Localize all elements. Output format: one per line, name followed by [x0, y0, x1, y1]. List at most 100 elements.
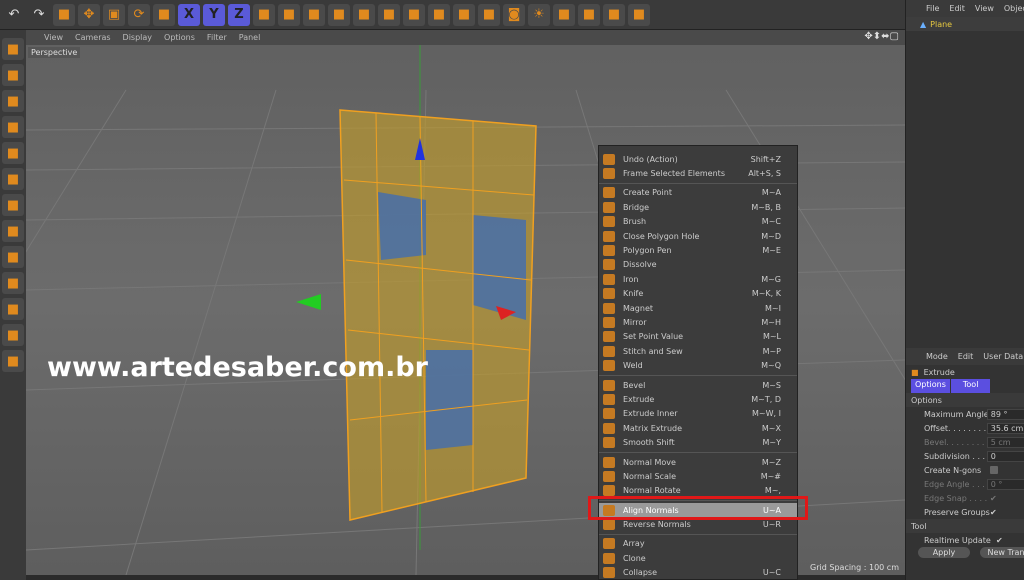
- menu-item-matrix-extrude[interactable]: Matrix Extrude M~X: [599, 421, 797, 435]
- viewport-menu-view[interactable]: View: [44, 33, 63, 42]
- y-axis-icon[interactable]: Y: [203, 3, 225, 26]
- z-axis-icon[interactable]: Z: [228, 3, 250, 26]
- live-selection-icon[interactable]: ■: [53, 3, 75, 26]
- object-axis-icon[interactable]: ■: [2, 168, 24, 190]
- viewport-menu-display[interactable]: Display: [123, 33, 153, 42]
- deformer-icon[interactable]: ■: [453, 3, 475, 26]
- viewport-menu-options[interactable]: Options: [164, 33, 195, 42]
- menu-item-stitch-and-sew[interactable]: Stitch and Sew M~P: [599, 344, 797, 358]
- om-menu-file[interactable]: File: [926, 4, 939, 13]
- model-mode-icon[interactable]: ■: [153, 3, 175, 26]
- menu-item-collapse[interactable]: Collapse U~C: [599, 566, 797, 579]
- stack-icon[interactable]: ■: [2, 350, 24, 372]
- edges-mode-icon[interactable]: ■: [2, 64, 24, 86]
- field-checkbox[interactable]: ✔: [990, 508, 997, 517]
- am-menu-mode[interactable]: Mode: [926, 352, 948, 361]
- menu-item-extrude[interactable]: Extrude M~T, D: [599, 392, 797, 406]
- floor-icon[interactable]: ■: [478, 3, 500, 26]
- render-view-icon[interactable]: ■: [278, 3, 300, 26]
- menu-item-shortcut: M~W, I: [752, 409, 781, 419]
- viewport-nav-icons[interactable]: ✥⬍⬌▢: [864, 31, 899, 42]
- menu-item-bevel[interactable]: Bevel M~S: [599, 378, 797, 392]
- menu-item-label: Collapse: [623, 568, 657, 578]
- om-menu-edit[interactable]: Edit: [949, 4, 965, 13]
- camera-icon[interactable]: ◙: [503, 3, 525, 26]
- menu-item-normal-move[interactable]: Normal Move M~Z: [599, 455, 797, 469]
- array-icon[interactable]: ■: [428, 3, 450, 26]
- mirror-icon: [603, 316, 615, 328]
- tag-icon[interactable]: ■: [553, 3, 575, 26]
- pen-icon[interactable]: ■: [378, 3, 400, 26]
- tweak-icon[interactable]: ■: [2, 220, 24, 242]
- undo-icon[interactable]: ↶: [3, 4, 25, 26]
- menu-item-knife[interactable]: Knife M~K, K: [599, 287, 797, 301]
- snap-icon[interactable]: ■: [2, 246, 24, 268]
- menu-item-dissolve[interactable]: Dissolve: [599, 258, 797, 272]
- redo-icon[interactable]: ↷: [28, 4, 50, 26]
- model-icon[interactable]: ■: [2, 116, 24, 138]
- workplane-icon[interactable]: ■: [628, 3, 650, 26]
- subdivision-icon[interactable]: ■: [403, 3, 425, 26]
- new-transform-button[interactable]: New Tran: [980, 547, 1024, 558]
- menu-item-mirror[interactable]: Mirror M~H: [599, 315, 797, 329]
- field-checkbox[interactable]: [990, 466, 998, 474]
- field-input[interactable]: 0: [986, 450, 1024, 462]
- x-axis-handle[interactable]: [296, 294, 321, 310]
- am-menu-user-data[interactable]: User Data: [983, 352, 1023, 361]
- tab-tool[interactable]: Tool: [950, 379, 991, 393]
- magnet-icon[interactable]: ■: [2, 272, 24, 294]
- grid-icon[interactable]: ■: [2, 324, 24, 346]
- viewport-menu-cameras[interactable]: Cameras: [75, 33, 111, 42]
- realtime-update-checkbox[interactable]: ✔: [996, 536, 1003, 545]
- menu-item-label: Array: [623, 539, 645, 549]
- light-icon[interactable]: ☀: [528, 3, 550, 26]
- texture-icon[interactable]: ■: [2, 142, 24, 164]
- om-menu-view[interactable]: View: [975, 4, 994, 13]
- axis-icon[interactable]: ■: [2, 194, 24, 216]
- om-menu-object[interactable]: Object: [1004, 4, 1024, 13]
- field-label: Edge Snap . . . . .: [924, 493, 990, 503]
- menu-item-set-point-value[interactable]: Set Point Value M~L: [599, 330, 797, 344]
- points-mode-icon[interactable]: ■: [2, 38, 24, 60]
- menu-item-shortcut: M~#: [760, 471, 781, 481]
- field-2: Bevel. . . . . . . . .5 cm: [906, 435, 1024, 449]
- am-menu-edit[interactable]: Edit: [958, 352, 974, 361]
- menu-item-magnet[interactable]: Magnet M~I: [599, 301, 797, 315]
- viewport-menu-panel[interactable]: Panel: [239, 33, 261, 42]
- menu-item-brush[interactable]: Brush M~C: [599, 215, 797, 229]
- menu-separator: [599, 451, 797, 453]
- menu-item-smooth-shift[interactable]: Smooth Shift M~Y: [599, 435, 797, 449]
- scale-icon[interactable]: ▣: [103, 3, 125, 26]
- menu-item-bridge[interactable]: Bridge M~B, B: [599, 200, 797, 214]
- menu-item-close-polygon-hole[interactable]: Close Polygon Hole M~D: [599, 229, 797, 243]
- snap-icon[interactable]: ■: [603, 3, 625, 26]
- tab-options[interactable]: Options: [911, 379, 950, 393]
- apply-button[interactable]: Apply: [918, 547, 970, 558]
- menu-item-clone[interactable]: Clone: [599, 551, 797, 565]
- polygons-mode-icon[interactable]: ■: [2, 90, 24, 112]
- field-input[interactable]: 89 °: [986, 408, 1024, 420]
- lock-icon[interactable]: ■: [2, 298, 24, 320]
- menu-item-extrude-inner[interactable]: Extrude Inner M~W, I: [599, 407, 797, 421]
- object-row-plane[interactable]: ▲ Plane: [906, 17, 1024, 31]
- x-axis-icon[interactable]: X: [178, 3, 200, 26]
- viewport-menu-filter[interactable]: Filter: [207, 33, 227, 42]
- cube-icon[interactable]: ■: [353, 3, 375, 26]
- menu-item-create-point[interactable]: Create Point M~A: [599, 186, 797, 200]
- rotate-icon[interactable]: ⟳: [128, 3, 150, 26]
- field-input[interactable]: 35.6 cm: [986, 422, 1024, 434]
- menu-item-iron[interactable]: Iron M~G: [599, 272, 797, 286]
- menu-item-array[interactable]: Array: [599, 537, 797, 551]
- layout-icon[interactable]: ■: [578, 3, 600, 26]
- menu-item-frame-selected-elements[interactable]: Frame Selected Elements Alt+S, S: [599, 166, 797, 180]
- render-settings-icon[interactable]: ■: [328, 3, 350, 26]
- menu-item-normal-scale[interactable]: Normal Scale M~#: [599, 469, 797, 483]
- menu-item-undo-action[interactable]: Undo (Action) Shift+Z: [599, 152, 797, 166]
- coordinate-system-icon[interactable]: ■: [253, 3, 275, 26]
- attribute-manager-menu: Mode Edit User Data: [906, 348, 1024, 365]
- move-icon[interactable]: ✥: [78, 3, 100, 26]
- render-picture-viewer-icon[interactable]: ■: [303, 3, 325, 26]
- menu-item-polygon-pen[interactable]: Polygon Pen M~E: [599, 243, 797, 257]
- object-name[interactable]: Plane: [930, 20, 952, 29]
- menu-item-weld[interactable]: Weld M~Q: [599, 358, 797, 372]
